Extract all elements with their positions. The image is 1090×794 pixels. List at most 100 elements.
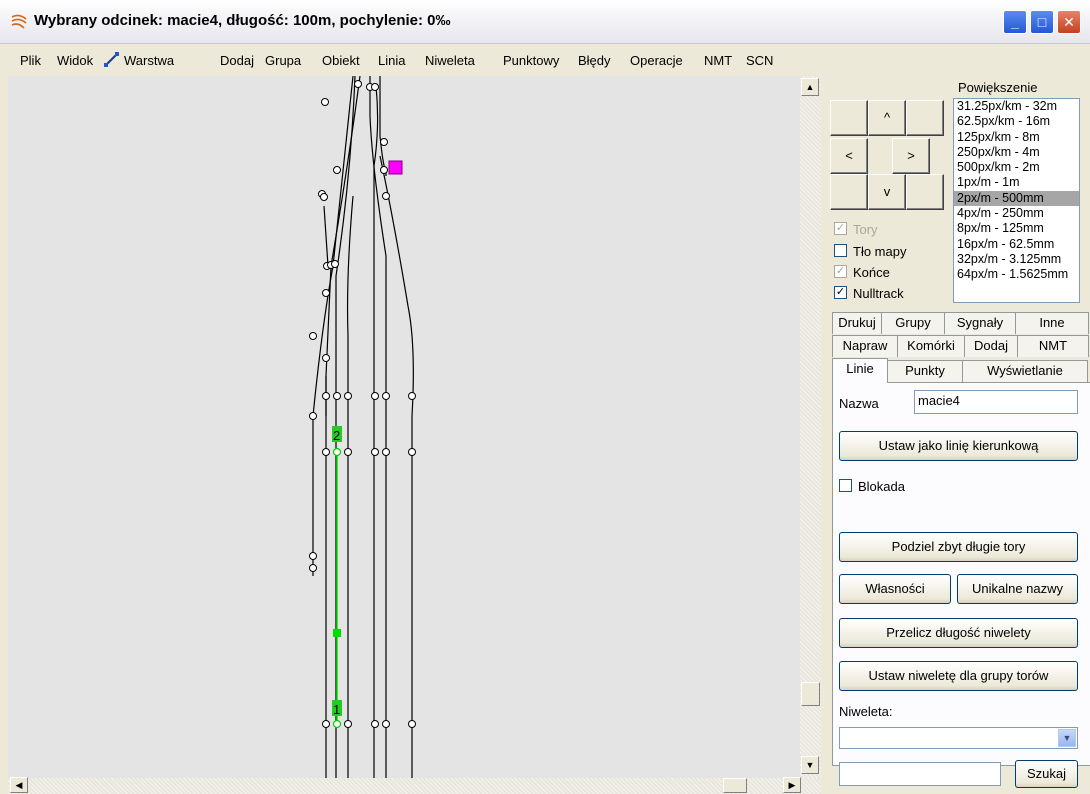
track-node[interactable] <box>331 260 339 268</box>
track-node[interactable] <box>309 564 317 572</box>
tory-checkbox-row[interactable]: ✓ Tory <box>834 222 878 237</box>
track-node[interactable] <box>322 720 330 728</box>
scroll-up-button[interactable]: ▲ <box>801 78 819 96</box>
track-node[interactable] <box>322 448 330 456</box>
track-node[interactable] <box>309 332 317 340</box>
tab-sygnaly[interactable]: Sygnały <box>944 312 1016 334</box>
track-node[interactable] <box>333 392 341 400</box>
track-node[interactable] <box>380 166 388 174</box>
scroll-down-button[interactable]: ▼ <box>801 756 819 774</box>
split-tracks-button[interactable]: Podziel zbyt długie tory <box>839 532 1078 562</box>
scroll-left-button[interactable]: ◀ <box>10 777 28 793</box>
blokada-checkbox-row[interactable]: Blokada <box>839 479 905 494</box>
track-node[interactable] <box>408 720 416 728</box>
nav-center-button[interactable] <box>830 100 868 136</box>
unique-names-button[interactable]: Unikalne nazwy <box>957 574 1078 604</box>
close-button[interactable]: ✕ <box>1057 10 1081 34</box>
track-node[interactable] <box>408 448 416 456</box>
track-node[interactable] <box>321 98 329 106</box>
search-input[interactable] <box>839 762 1001 786</box>
menu-warstwa[interactable]: Warstwa <box>124 53 174 68</box>
set-grade-group-button[interactable]: Ustaw niweletę dla grupy torów <box>839 661 1078 691</box>
track-node[interactable] <box>344 448 352 456</box>
track-node[interactable] <box>320 193 328 201</box>
selected-track-end-node[interactable] <box>332 719 342 729</box>
zoom-option[interactable]: 31.25px/km - 32m <box>954 99 1079 114</box>
recalc-grade-length-button[interactable]: Przelicz długość niwelety <box>839 618 1078 648</box>
menu-obiekt[interactable]: Obiekt <box>322 53 360 68</box>
track-node[interactable] <box>382 392 390 400</box>
menu-bledy[interactable]: Błędy <box>578 53 611 68</box>
zoom-option[interactable]: 1px/m - 1m <box>954 175 1079 190</box>
vertical-scroll-thumb[interactable] <box>801 682 820 706</box>
zoom-option[interactable]: 64px/m - 1.5625mm <box>954 267 1079 282</box>
zoom-option-selected[interactable]: 2px/m - 500mm <box>954 190 1079 207</box>
track-node[interactable] <box>354 80 362 88</box>
track-node[interactable] <box>322 392 330 400</box>
menu-plik[interactable]: Plik <box>20 53 41 68</box>
track-node[interactable] <box>344 392 352 400</box>
track-node[interactable] <box>408 392 416 400</box>
scroll-right-button[interactable]: ▶ <box>783 777 801 793</box>
tab-drukuj[interactable]: Drukuj <box>832 312 882 334</box>
selected-track-start-node[interactable] <box>332 447 342 457</box>
maximize-button[interactable]: □ <box>1030 10 1054 34</box>
nav-blank-button[interactable] <box>906 174 944 210</box>
tab-nmt[interactable]: NMT <box>1017 335 1089 357</box>
track-node[interactable] <box>382 720 390 728</box>
menu-widok[interactable]: Widok <box>57 53 93 68</box>
highlighted-node[interactable] <box>388 160 403 175</box>
menu-nmt[interactable]: NMT <box>704 53 732 68</box>
zoom-listbox[interactable]: 31.25px/km - 32m 62.5px/km - 16m 125px/k… <box>953 98 1080 303</box>
track-node[interactable] <box>371 392 379 400</box>
track-node[interactable] <box>382 448 390 456</box>
menu-punktowy[interactable]: Punktowy <box>503 53 559 68</box>
menu-operacje[interactable]: Operacje <box>630 53 683 68</box>
zoom-option[interactable]: 125px/km - 8m <box>954 130 1079 145</box>
track-node[interactable] <box>309 552 317 560</box>
vertical-scrollbar[interactable]: ▲ ▼ <box>800 76 821 778</box>
horizontal-scroll-thumb[interactable] <box>723 778 747 793</box>
menu-dodaj[interactable]: Dodaj <box>220 53 254 68</box>
track-node[interactable] <box>380 138 388 146</box>
tory-checkbox[interactable]: ✓ <box>834 222 847 236</box>
tab-wyswietlanie[interactable]: Wyświetlanie <box>962 360 1088 382</box>
tlo-mapy-checkbox[interactable] <box>834 244 847 258</box>
menu-scn[interactable]: SCN <box>746 53 773 68</box>
name-input[interactable]: macie4 <box>914 390 1078 414</box>
nav-blank-button[interactable] <box>906 100 944 136</box>
zoom-option[interactable]: 8px/m - 125mm <box>954 221 1079 236</box>
track-node[interactable] <box>309 412 317 420</box>
zoom-option[interactable]: 32px/m - 3.125mm <box>954 252 1079 267</box>
tab-napraw[interactable]: Napraw <box>832 335 898 357</box>
track-node[interactable] <box>333 166 341 174</box>
nav-blank-button[interactable] <box>830 174 868 210</box>
konce-checkbox-row[interactable]: ✓ Końce <box>834 265 890 280</box>
blokada-checkbox[interactable] <box>839 479 852 493</box>
nav-down-button[interactable]: v <box>868 174 906 210</box>
menu-linia[interactable]: Linia <box>378 53 405 68</box>
tlo-mapy-checkbox-row[interactable]: Tło mapy <box>834 244 906 259</box>
set-direction-line-button[interactable]: Ustaw jako linię kierunkową <box>839 431 1078 461</box>
tab-inne[interactable]: Inne <box>1015 312 1089 334</box>
nulltrack-checkbox-row[interactable]: ✓ Nulltrack <box>834 286 904 301</box>
menu-grupa[interactable]: Grupa <box>265 53 301 68</box>
properties-button[interactable]: Własności <box>839 574 951 604</box>
nav-left-button[interactable]: < <box>830 138 868 174</box>
search-button[interactable]: Szukaj <box>1015 760 1078 788</box>
zoom-option[interactable]: 250px/km - 4m <box>954 145 1079 160</box>
track-node[interactable] <box>322 354 330 362</box>
tab-komorki[interactable]: Komórki <box>897 335 965 357</box>
tab-linie[interactable]: Linie <box>832 358 888 383</box>
zoom-option[interactable]: 62.5px/km - 16m <box>954 114 1079 129</box>
konce-checkbox[interactable]: ✓ <box>834 265 847 279</box>
chevron-down-icon[interactable]: ▼ <box>1058 729 1076 747</box>
map-canvas[interactable]: 2 1 <box>8 76 800 778</box>
tab-dodaj[interactable]: Dodaj <box>964 335 1018 357</box>
nav-right-button[interactable]: > <box>892 138 930 174</box>
track-node[interactable] <box>382 192 390 200</box>
track-node[interactable] <box>371 720 379 728</box>
minimize-button[interactable]: _ <box>1003 10 1027 34</box>
zoom-option[interactable]: 4px/m - 250mm <box>954 206 1079 221</box>
nulltrack-checkbox[interactable]: ✓ <box>834 286 847 300</box>
